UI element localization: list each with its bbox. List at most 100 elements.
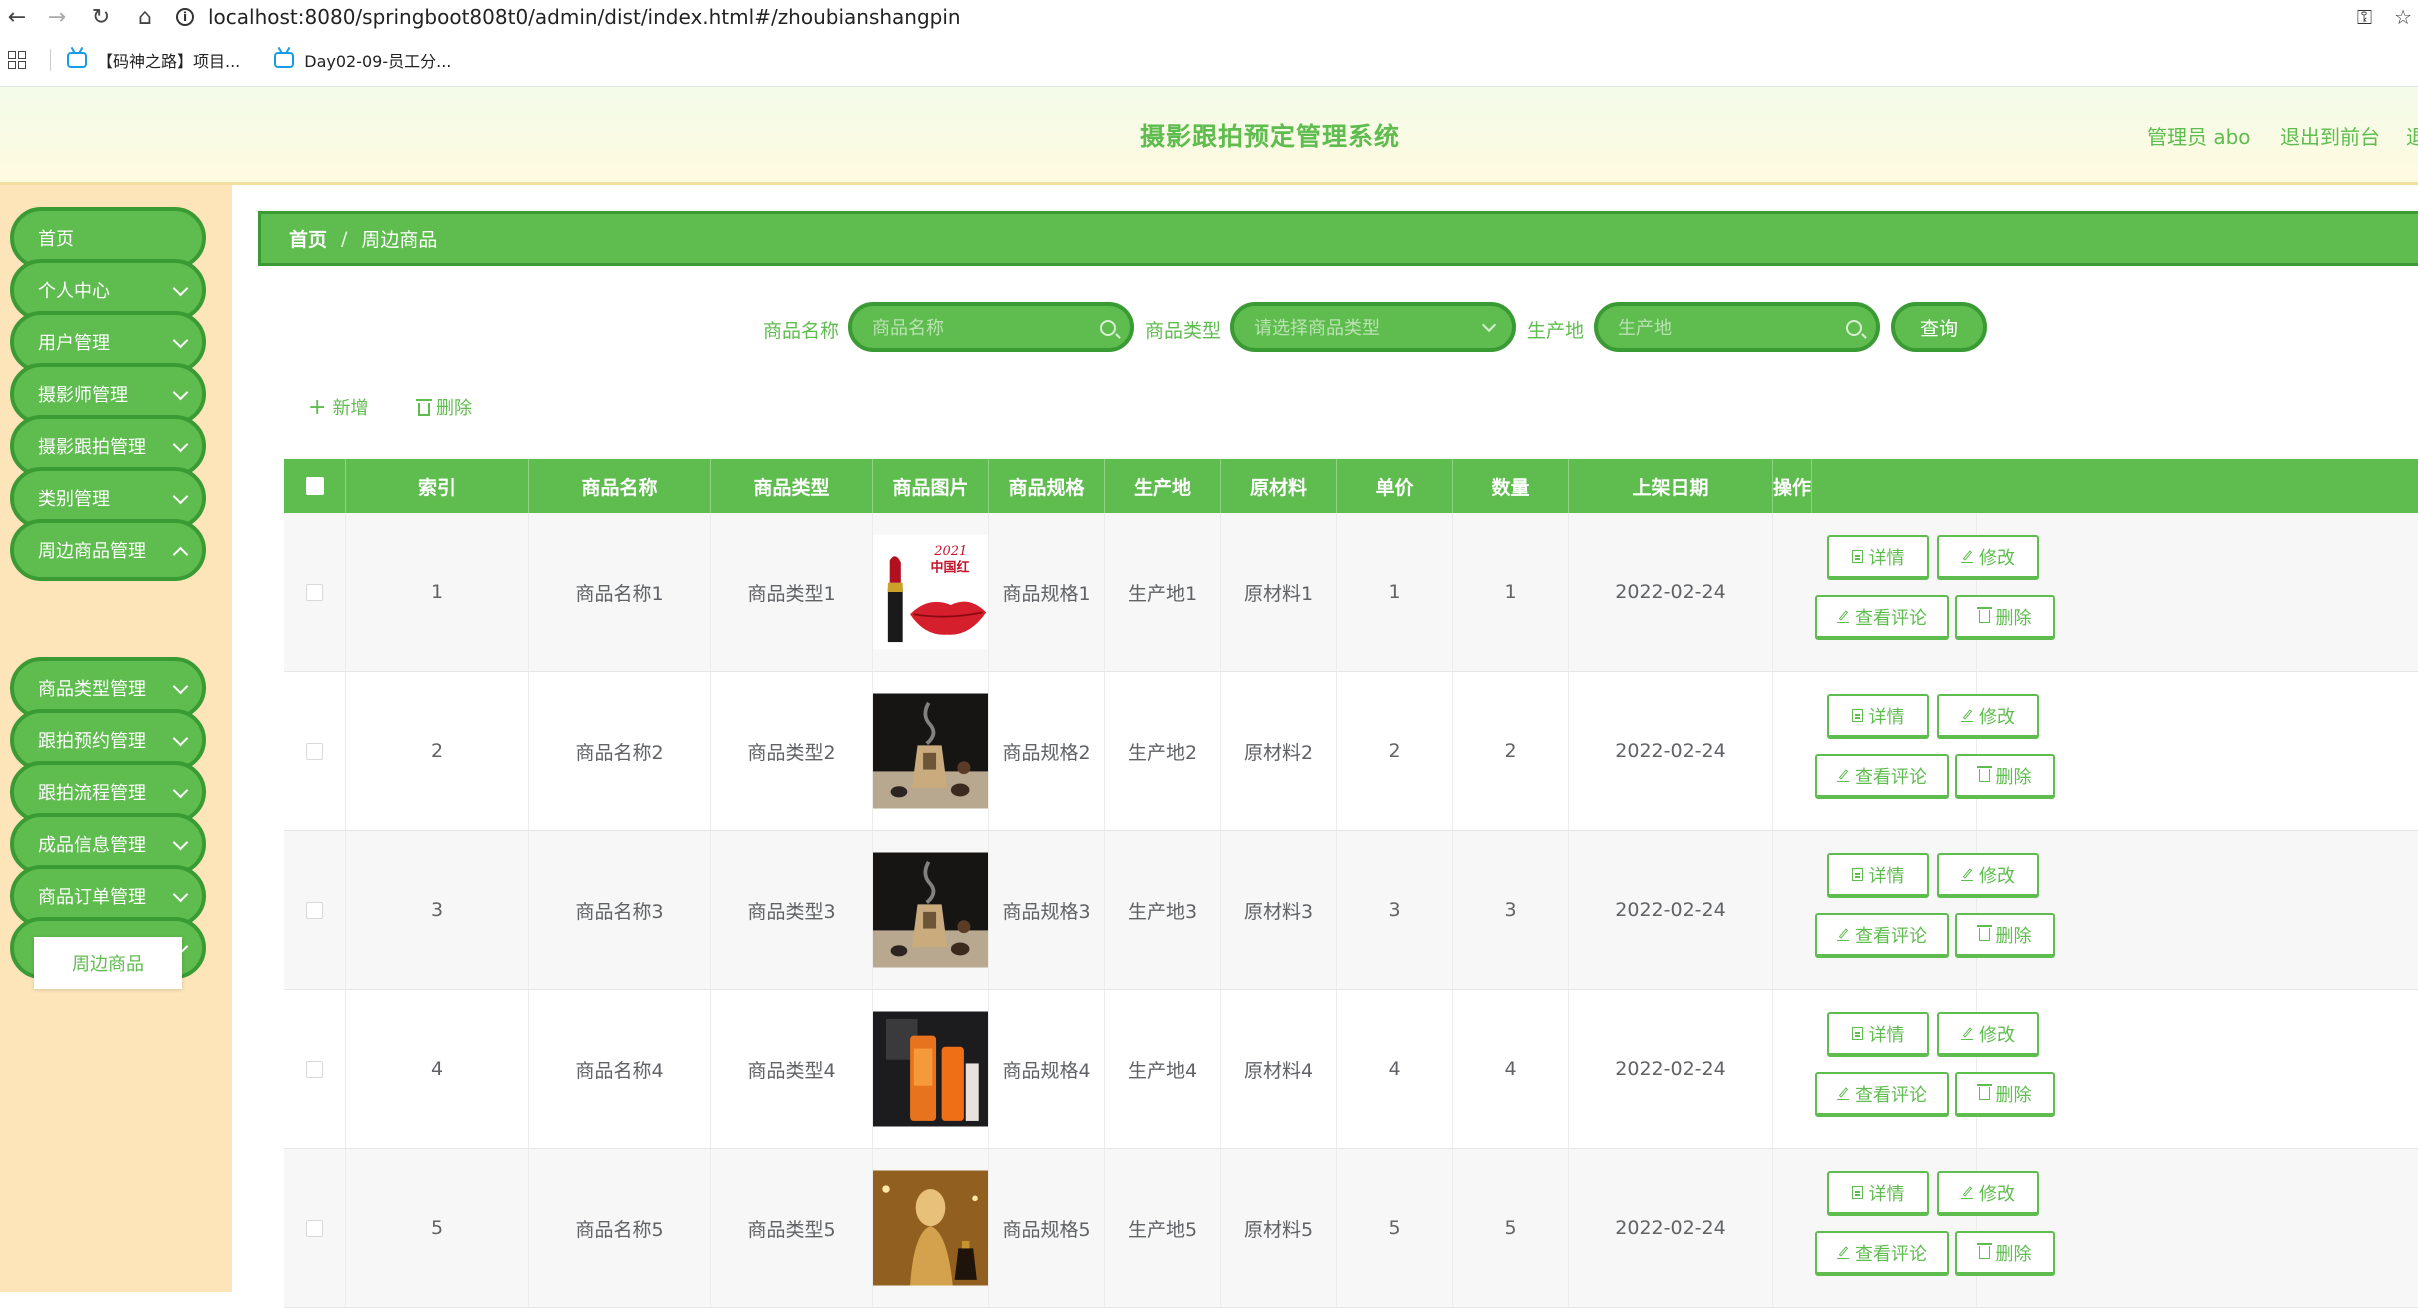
cell-date: 2022-02-24 — [1569, 831, 1773, 989]
home-icon[interactable]: ⌂ — [128, 0, 162, 34]
chevron-icon — [172, 384, 189, 401]
row-checkbox[interactable] — [306, 901, 323, 919]
row-select-cell — [284, 990, 346, 1148]
edit-button[interactable]: 修改 — [1937, 853, 2039, 898]
detail-button[interactable]: 详情 — [1827, 694, 1929, 739]
trash-icon — [1976, 1084, 1992, 1100]
product-name-label: 商品名称 — [763, 320, 840, 342]
product-image-cell: 中国红 — [873, 513, 989, 671]
view-comments-button[interactable]: 查看评论 — [1815, 1072, 1949, 1117]
row-checkbox[interactable] — [306, 1060, 323, 1078]
exit-to-front-link[interactable]: 退出到前台 — [2280, 121, 2380, 150]
cell-qty: 3 — [1453, 831, 1569, 989]
edit-button[interactable]: 修改 — [1937, 1171, 2039, 1216]
current-user: 管理员 abo — [2147, 125, 2251, 149]
edit-icon — [1961, 550, 1973, 563]
row-checkbox[interactable] — [306, 583, 323, 601]
origin-input[interactable]: 生产地 — [1594, 302, 1880, 352]
submenu-item-peripheral-goods[interactable]: 周边商品 — [34, 937, 182, 989]
key-icon[interactable]: ⚿ — [2357, 5, 2372, 29]
delete-button[interactable]: 删除 — [1955, 913, 2055, 958]
detail-button[interactable]: 详情 — [1827, 1012, 1929, 1057]
delete-button[interactable]: 删除 — [1955, 754, 2055, 799]
cell-qty: 5 — [1453, 1149, 1569, 1307]
product-image[interactable] — [873, 1007, 988, 1131]
cell-date: 2022-02-24 — [1569, 672, 1773, 830]
select-all-checkbox[interactable] — [305, 477, 324, 495]
cell-type: 商品类型3 — [711, 831, 873, 989]
delete-button[interactable]: 删除 — [1955, 595, 2055, 640]
bookmark-star-icon[interactable]: ☆ — [2394, 5, 2412, 29]
column-header: 索引 — [346, 459, 529, 513]
product-image[interactable]: 中国红 — [873, 530, 988, 654]
view-comments-button[interactable]: 查看评论 — [1815, 595, 1949, 640]
column-header: 商品规格 — [989, 459, 1105, 513]
trash-icon — [1976, 766, 1992, 782]
column-header: 数量 — [1453, 459, 1569, 513]
bilibili-icon — [274, 52, 295, 68]
query-button[interactable]: 查询 — [1891, 302, 1987, 352]
view-comments-button[interactable]: 查看评论 — [1815, 754, 1949, 799]
product-type-select[interactable]: 请选择商品类型 — [1230, 302, 1516, 352]
sidebar-item-label: 摄影跟拍管理 — [38, 437, 146, 458]
sidebar-item-label: 成品信息管理 — [38, 835, 146, 856]
product-image[interactable] — [873, 689, 988, 813]
product-image-cell — [873, 672, 989, 830]
reload-icon[interactable]: ↻ — [84, 0, 118, 34]
cell-qty: 2 — [1453, 672, 1569, 830]
product-image[interactable] — [873, 1166, 988, 1290]
cell-material: 原材料5 — [1221, 1149, 1337, 1307]
breadcrumb: 首页 / 周边商品 — [258, 211, 2418, 266]
batch-delete-button[interactable]: 删除 — [416, 394, 472, 420]
sidebar-item-label: 商品类型管理 — [38, 679, 146, 700]
add-button[interactable]: + 新增 — [308, 394, 368, 420]
apps-grid-icon[interactable] — [8, 51, 26, 69]
table-row: 2 商品名称2 商品类型2 商品规格2 生产地2 原材料2 2 2 2022-02-24 详情 修改… — [284, 672, 2418, 831]
bookmark-item[interactable]: Day02-09-员工分... — [274, 48, 451, 72]
operations-cell: 详情 修改查看评论 删除 — [1773, 513, 2055, 671]
cell-date: 2022-02-24 — [1569, 990, 1773, 1148]
row-checkbox[interactable] — [306, 742, 323, 760]
detail-button[interactable]: 详情 — [1827, 853, 1929, 898]
chevron-icon — [172, 280, 189, 297]
product-image[interactable] — [873, 848, 988, 972]
sidebar-item[interactable]: 周边商品管理 — [10, 519, 206, 581]
site-info-icon[interactable]: i — [176, 8, 194, 26]
bookmark-item[interactable]: 【码神之路】项目... — [67, 48, 240, 72]
url-text: localhost:8080/springboot808t0/admin/dis… — [208, 5, 961, 29]
cell-origin: 生产地2 — [1105, 672, 1221, 830]
edit-button[interactable]: 修改 — [1937, 694, 2039, 739]
detail-button[interactable]: 详情 — [1827, 535, 1929, 580]
table-row: 3 商品名称3 商品类型3 商品规格3 生产地3 原材料3 3 3 2022-02-24 详情 修改… — [284, 831, 2418, 990]
trash-icon — [1976, 925, 1992, 941]
cell-index: 2 — [346, 672, 529, 830]
edit-button[interactable]: 修改 — [1937, 1012, 2039, 1057]
view-comments-button[interactable]: 查看评论 — [1815, 1231, 1949, 1276]
row-select-cell — [284, 513, 346, 671]
chevron-icon — [172, 488, 189, 505]
operations-cell: 详情 修改查看评论 删除 — [1773, 672, 2055, 830]
row-select-cell — [284, 1149, 346, 1307]
breadcrumb-home[interactable]: 首页 — [289, 225, 327, 252]
cell-qty: 4 — [1453, 990, 1569, 1148]
logout-link[interactable]: 退 — [2406, 121, 2418, 150]
cell-origin: 生产地4 — [1105, 990, 1221, 1148]
row-checkbox[interactable] — [306, 1219, 323, 1237]
edit-icon — [1961, 709, 1973, 722]
cell-date: 2022-02-24 — [1569, 513, 1773, 671]
document-icon — [1851, 709, 1863, 722]
column-header: 原材料 — [1221, 459, 1337, 513]
detail-button[interactable]: 详情 — [1827, 1171, 1929, 1216]
edit-button[interactable]: 修改 — [1937, 535, 2039, 580]
product-image-cell — [873, 990, 989, 1148]
breadcrumb-current: 周边商品 — [361, 229, 438, 251]
operations-cell: 详情 修改查看评论 删除 — [1773, 831, 2055, 989]
delete-button[interactable]: 删除 — [1955, 1231, 2055, 1276]
delete-button[interactable]: 删除 — [1955, 1072, 2055, 1117]
back-icon[interactable]: ← — [0, 0, 34, 34]
product-name-input[interactable]: 商品名称 — [848, 302, 1134, 352]
address-field[interactable]: i localhost:8080/springboot808t0/admin/d… — [176, 0, 2298, 34]
cell-index: 1 — [346, 513, 529, 671]
view-comments-button[interactable]: 查看评论 — [1815, 913, 1949, 958]
forward-icon[interactable]: → — [40, 0, 74, 34]
